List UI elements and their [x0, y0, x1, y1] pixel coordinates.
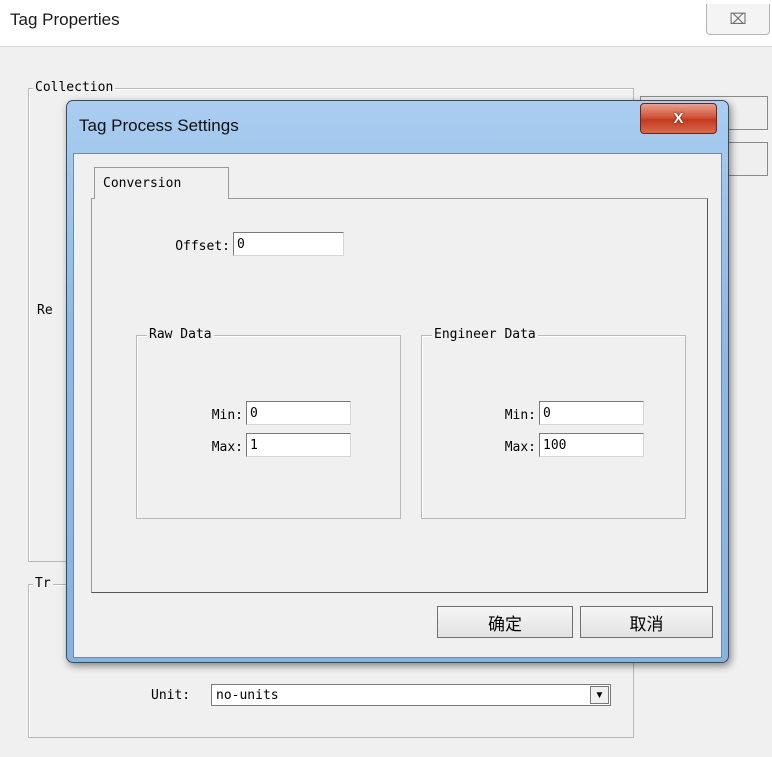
offset-label: Offset:: [175, 239, 230, 254]
close-icon: ⌧: [729, 11, 747, 28]
re-label: Re: [37, 303, 53, 318]
trend-group-label: Tr: [33, 576, 53, 591]
window-title: Tag Properties: [10, 10, 120, 29]
raw-data-group: Raw Data Min: 0 Max: 1: [136, 327, 401, 519]
window-close-button[interactable]: ⌧: [706, 4, 770, 35]
offset-input[interactable]: 0: [233, 232, 344, 256]
tag-process-settings-dialog: Tag Process Settings X Conversion Offset…: [66, 100, 729, 663]
engineer-data-group: Engineer Data Min: 0 Max: 100: [421, 327, 686, 519]
dialog-client-area: Conversion Offset: 0 Raw Data Min: 0 Max…: [73, 153, 722, 658]
raw-max-input[interactable]: 1: [246, 433, 351, 457]
close-icon: X: [673, 110, 684, 127]
engineer-data-group-label: Engineer Data: [432, 327, 538, 342]
engineer-min-label: Min:: [504, 408, 536, 423]
engineer-max-label: Max:: [504, 440, 536, 455]
engineer-min-input[interactable]: 0: [539, 401, 644, 425]
tab-conversion-label: Conversion: [103, 176, 182, 191]
raw-data-group-label: Raw Data: [147, 327, 214, 342]
tab-conversion[interactable]: Conversion: [94, 167, 229, 199]
unit-label: Unit:: [151, 688, 191, 703]
dropdown-arrow-icon[interactable]: ▼: [590, 686, 609, 704]
dialog-close-button[interactable]: X: [640, 103, 717, 134]
collection-group-label: Collection: [33, 80, 116, 95]
cancel-button[interactable]: 取消: [580, 606, 713, 638]
unit-select[interactable]: no-units ▼: [211, 684, 611, 706]
conversion-tab-panel: Offset: 0 Raw Data Min: 0 Max: 1 Enginee…: [91, 198, 708, 593]
ok-button[interactable]: 确定: [437, 606, 573, 638]
raw-max-label: Max:: [211, 440, 243, 455]
raw-min-input[interactable]: 0: [246, 401, 351, 425]
engineer-max-input[interactable]: 100: [539, 433, 644, 457]
raw-min-label: Min:: [211, 408, 243, 423]
unit-select-value: no-units: [216, 688, 279, 703]
dialog-title: Tag Process Settings: [79, 116, 239, 135]
